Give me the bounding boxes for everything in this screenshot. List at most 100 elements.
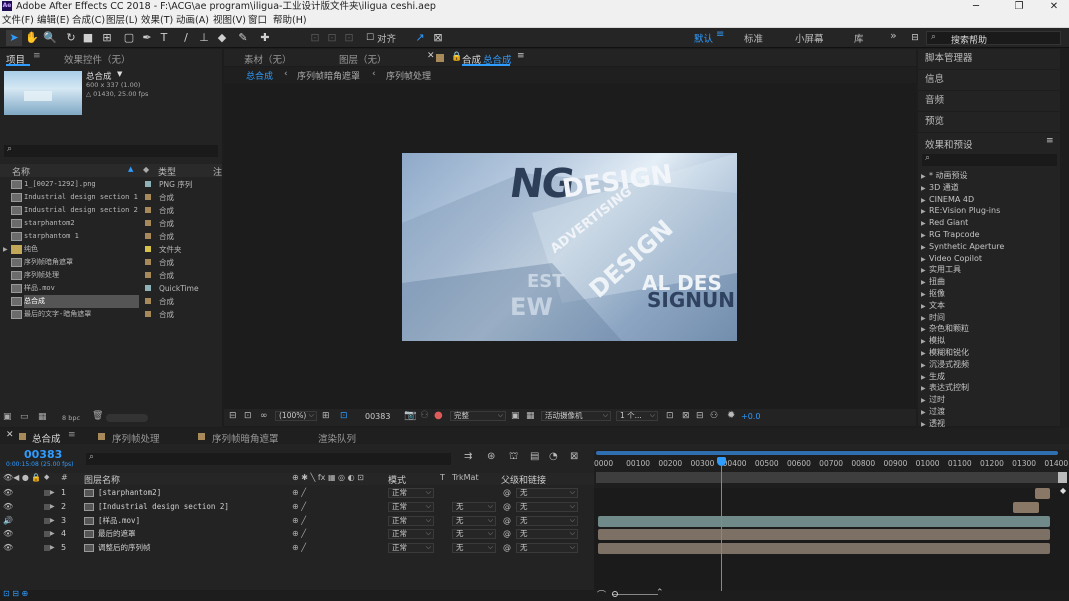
breadcrumb-item-0[interactable]: 总合成 [246, 69, 273, 82]
label-color-swatch[interactable] [145, 194, 151, 200]
comp-mini-flowchart-icon[interactable]: ⇉ [464, 451, 472, 462]
effects-category[interactable]: ▶ Video Copilot [921, 253, 982, 265]
effects-category[interactable]: ▶ 抠像 [921, 288, 945, 300]
parent-dropdown[interactable]: 无 [516, 488, 578, 498]
camera-tool-icon[interactable]: ■ [80, 30, 96, 46]
project-item[interactable]: 总合成 合成 [0, 295, 222, 308]
timeline-menu-icon[interactable]: ≡ [68, 430, 76, 440]
label-color-swatch[interactable] [145, 285, 151, 291]
layer-duration-bar[interactable] [1012, 501, 1039, 513]
minimize-button[interactable]: ─ [966, 0, 986, 13]
timeline-tab-2[interactable]: 序列帧暗角遮罩 [212, 431, 279, 445]
panel-script-manager[interactable]: 脚本管理器 [918, 49, 1060, 69]
breadcrumb-item-2[interactable]: 序列帧处理 [386, 69, 431, 82]
visibility-toggle-icon[interactable]: 👁 [3, 541, 13, 555]
always-preview-icon[interactable]: ⊟ [229, 411, 237, 421]
label-color-swatch[interactable] [145, 220, 151, 226]
effects-category[interactable]: ▶ CINEMA 4D [921, 194, 974, 206]
column-mode[interactable]: 模式 [388, 473, 406, 486]
track-matte-dropdown[interactable]: 无 [452, 515, 496, 526]
blend-mode-dropdown[interactable]: 正常 [388, 515, 434, 526]
pan-behind-tool-icon[interactable]: ⊞ [99, 30, 115, 46]
timeline-tab-1[interactable]: 序列帧处理 [112, 431, 160, 445]
label-color-swatch[interactable] [145, 207, 151, 213]
expand-arrow-icon[interactable]: ▶ [50, 527, 55, 541]
effects-category[interactable]: ▶ 模糊和锐化 [921, 347, 969, 359]
monitor-icon[interactable]: ⊡ [244, 411, 252, 421]
layer-switches[interactable]: ⊕ ╱ [292, 500, 306, 514]
workspace-small-screen[interactable]: 小屏幕 [795, 31, 824, 45]
blend-mode-dropdown[interactable]: 正常 [388, 529, 434, 540]
grid-icon[interactable]: ⊞ [322, 411, 330, 421]
snap-edges-icon[interactable]: ↗ [412, 30, 428, 46]
layer-name[interactable]: 最后的遮罩 [98, 527, 136, 541]
track-matte-dropdown[interactable]: 无 [452, 501, 496, 512]
parent-pickwhip-icon[interactable]: @ [503, 500, 511, 514]
timeline-zoom-handle[interactable] [612, 591, 618, 597]
expand-arrow-icon[interactable]: ▶ [50, 486, 55, 500]
sync-settings-icon[interactable]: ⊟ [907, 30, 923, 46]
project-item[interactable]: Industrial design section 2 合成 [0, 204, 222, 217]
layer-duration-bar[interactable] [598, 515, 1050, 527]
interpret-footage-icon[interactable]: ▣ [3, 412, 12, 422]
layer-name[interactable]: [Industrial design section 2] [98, 500, 229, 514]
track-matte-dropdown[interactable]: 无 [452, 529, 496, 540]
workspace-standard[interactable]: 标准 [744, 31, 763, 45]
label-color-swatch[interactable] [145, 311, 151, 317]
channel-rgb-icon[interactable]: ● [434, 410, 443, 421]
layer-duration-bar[interactable] [598, 529, 1050, 541]
bit-depth-button[interactable]: 8 bpc [62, 414, 80, 422]
timeline-scroll-icon[interactable]: ◆ [1060, 486, 1066, 495]
project-search-input[interactable]: ⌕ [4, 144, 218, 157]
expand-arrow-icon[interactable]: ▶ [3, 243, 8, 256]
menu-layer[interactable]: 图层(L) [106, 13, 138, 28]
fast-previews-icon[interactable]: ⊠ [682, 411, 690, 421]
parent-dropdown[interactable]: 无 [516, 529, 578, 540]
toggle-pixel-aspect-icon[interactable]: ⊡ [666, 411, 674, 421]
shy-layers-icon[interactable]: ⛫ [509, 451, 518, 464]
project-item[interactable]: 纯色 文件夹 ▶ [0, 243, 222, 256]
layer-duration-bar[interactable] [598, 543, 1050, 555]
type-tool-icon[interactable]: T [156, 30, 172, 46]
menu-window[interactable]: 窗口 [248, 13, 267, 28]
toggle-switches-icon[interactable]: ⊡ ⊟ ⊕ [3, 589, 28, 598]
axis-view-icon[interactable]: ⊡ [341, 30, 357, 46]
delete-icon[interactable]: 🗑 [92, 411, 103, 421]
effects-category[interactable]: ▶ 表达式控制 [921, 382, 969, 394]
effects-search-input[interactable]: ⌕ [922, 153, 1057, 166]
motion-blur-icon[interactable]: ◔ [549, 451, 558, 462]
layer-row[interactable]: 👁 ▶ 1 [starphantom2] ⊕ ╱ @ 正常 无 [0, 486, 594, 500]
menu-effect[interactable]: 效果(T) [141, 13, 173, 28]
menu-view[interactable]: 视图(V) [213, 13, 246, 28]
menu-composition[interactable]: 合成(C) [72, 13, 105, 28]
help-search-field[interactable]: ⌕ 搜索帮助 [926, 31, 1061, 46]
effects-panel-menu-icon[interactable]: ≡ [1046, 136, 1054, 146]
timeline-tab-0[interactable]: 总合成 [32, 431, 61, 445]
timeline-current-time[interactable]: 00383 [24, 448, 62, 461]
mask-visibility-icon[interactable]: ∞ [260, 411, 268, 421]
pen-tool-icon[interactable]: ✒ [139, 30, 155, 46]
snap-features-icon[interactable]: ⊠ [430, 30, 446, 46]
parent-dropdown[interactable]: 无 [516, 515, 578, 526]
navigator-end-handle[interactable] [1058, 472, 1067, 483]
parent-pickwhip-icon[interactable]: @ [503, 514, 511, 528]
layer-search-input[interactable]: ⌕ [86, 452, 451, 465]
label-color-swatch[interactable] [145, 233, 151, 239]
lock-icon[interactable]: 🔒 [451, 52, 462, 62]
maximize-button[interactable]: ❐ [1009, 0, 1029, 13]
menu-edit[interactable]: 编辑(E) [37, 13, 69, 28]
breadcrumb-item-1[interactable]: 序列帧暗角遮罩 [297, 69, 360, 82]
project-item[interactable]: 序列帧暗角遮罩 合成 [0, 256, 222, 269]
timeline-zoom-slider[interactable] [612, 594, 658, 595]
visibility-toggle-icon[interactable]: 👁 [3, 500, 13, 514]
selected-item-dropdown-icon[interactable]: ▼ [117, 70, 122, 78]
new-composition-icon[interactable]: ▦ [38, 412, 47, 422]
expand-arrow-icon[interactable]: ▶ [50, 541, 55, 555]
new-folder-icon[interactable]: ▭ [20, 412, 29, 422]
thumbnail-size-slider[interactable] [106, 414, 148, 422]
workspace-default[interactable]: 默认 [694, 31, 713, 45]
column-name[interactable]: 名称 [12, 165, 30, 178]
layer-switches[interactable]: ⊕ ╱ [292, 527, 306, 541]
close-button[interactable]: ✕ [1044, 0, 1064, 13]
blend-mode-dropdown[interactable]: 正常 [388, 501, 434, 512]
